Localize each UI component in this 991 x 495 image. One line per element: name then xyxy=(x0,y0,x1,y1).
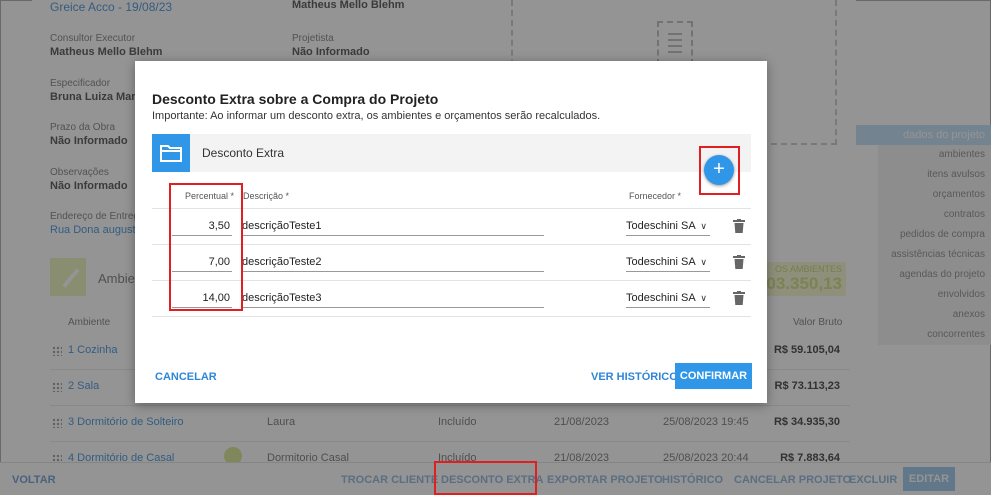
descricao-input[interactable]: descriçãoTeste1 xyxy=(242,220,544,236)
fornecedor-select[interactable]: Todeschini SA ∨ xyxy=(626,292,710,308)
desconto-extra-dialog: Desconto Extra sobre a Compra do Projeto… xyxy=(135,61,767,403)
percentual-column-highlight xyxy=(169,183,243,311)
fornecedor-value: Todeschini SA xyxy=(626,220,696,232)
add-button-highlight xyxy=(699,146,740,195)
row-divider xyxy=(152,316,751,317)
cancel-button[interactable]: CANCELAR xyxy=(155,371,217,383)
chevron-down-icon: ∨ xyxy=(700,293,707,303)
chevron-down-icon: ∨ xyxy=(700,221,707,231)
trash-icon[interactable] xyxy=(733,255,745,269)
confirm-button[interactable]: CONFIRMAR xyxy=(675,363,752,389)
chevron-down-icon: ∨ xyxy=(700,257,707,267)
dialog-title: Desconto Extra sobre a Compra do Projeto xyxy=(152,91,439,107)
trash-icon[interactable] xyxy=(733,291,745,305)
fornecedor-select[interactable]: Todeschini SA ∨ xyxy=(626,256,710,272)
descricao-input[interactable]: descriçãoTeste3 xyxy=(242,292,544,308)
fornecedor-value: Todeschini SA xyxy=(626,292,696,304)
trash-icon[interactable] xyxy=(733,219,745,233)
desconto-panel-header: Desconto Extra xyxy=(152,134,751,172)
panel-title: Desconto Extra xyxy=(202,146,285,160)
descricao-input[interactable]: descriçãoTeste2 xyxy=(242,256,544,272)
ver-historico-button[interactable]: VER HISTÓRICO xyxy=(591,371,678,383)
fornecedor-value: Todeschini SA xyxy=(626,256,696,268)
header-descricao: Descrição * xyxy=(243,191,290,201)
dialog-subtitle: Importante: Ao informar um desconto extr… xyxy=(152,110,601,122)
fornecedor-select[interactable]: Todeschini SA ∨ xyxy=(626,220,710,236)
header-fornecedor: Fornecedor * xyxy=(629,191,682,201)
folder-icon xyxy=(152,134,190,172)
desconto-extra-highlight xyxy=(434,461,537,495)
